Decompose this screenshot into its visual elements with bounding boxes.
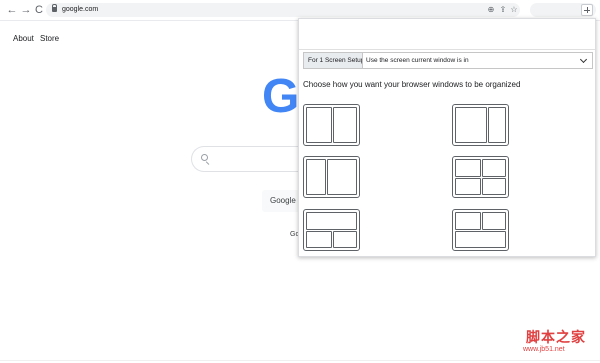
layout-pane [306,231,332,248]
divider [0,360,600,361]
screen-setup-row: For 1 Screen Setup Use the screen curren… [303,52,593,69]
layout-pane [455,107,487,143]
google-logo: G [262,70,300,123]
share-icon[interactable]: ⇪ [498,3,508,17]
address-bar[interactable]: google.com ⊕ ⇪ ☆ [46,3,520,17]
forward-button[interactable]: → [20,3,32,17]
layout-pane [306,212,357,230]
url-text: google.com [62,6,99,13]
watermark-logo: 脚本之家 [526,330,586,346]
chevron-down-icon[interactable] [579,55,588,64]
window-layout-popup: For 1 Screen Setup Use the screen curren… [298,18,596,257]
layout-pane [455,212,481,230]
layout-prompt: Choose how you want your browser windows… [303,80,521,89]
layout-two-columns-wide-left[interactable] [452,104,509,146]
layout-pane [488,107,506,143]
screen-setup-select[interactable]: Use the screen current window is in [366,53,566,68]
star-icon[interactable]: ☆ [509,3,519,17]
layout-two-columns-wide-right[interactable] [303,156,360,198]
layout-pane [306,107,332,143]
layout-pane [455,178,481,195]
popup-header [299,19,595,50]
layout-pane [455,231,506,248]
layout-pane [455,159,481,177]
layout-pane [327,159,357,195]
layout-four-grid[interactable] [452,156,509,198]
search-icon [201,154,208,161]
store-link[interactable]: Store [40,34,59,43]
extension-button[interactable] [581,4,593,16]
lock-icon [52,4,57,12]
layout-pane [333,231,357,248]
screen-setup-label: For 1 Screen Setup [304,53,363,68]
watermark-url: www.jb51.net [523,346,565,353]
extension-area [530,3,596,17]
layout-pane [333,107,357,143]
about-link[interactable]: About [13,34,34,43]
layout-top-two-bottom-full[interactable] [452,209,509,251]
zoom-icon[interactable]: ⊕ [486,3,496,17]
layout-two-columns-equal[interactable] [303,104,360,146]
layout-pane [482,159,506,177]
layout-pane [306,159,326,195]
layout-pane [482,178,506,195]
reload-button[interactable]: C [33,3,45,17]
back-button[interactable]: ← [6,3,18,17]
layout-pane [482,212,506,230]
layout-top-full-bottom-two[interactable] [303,209,360,251]
